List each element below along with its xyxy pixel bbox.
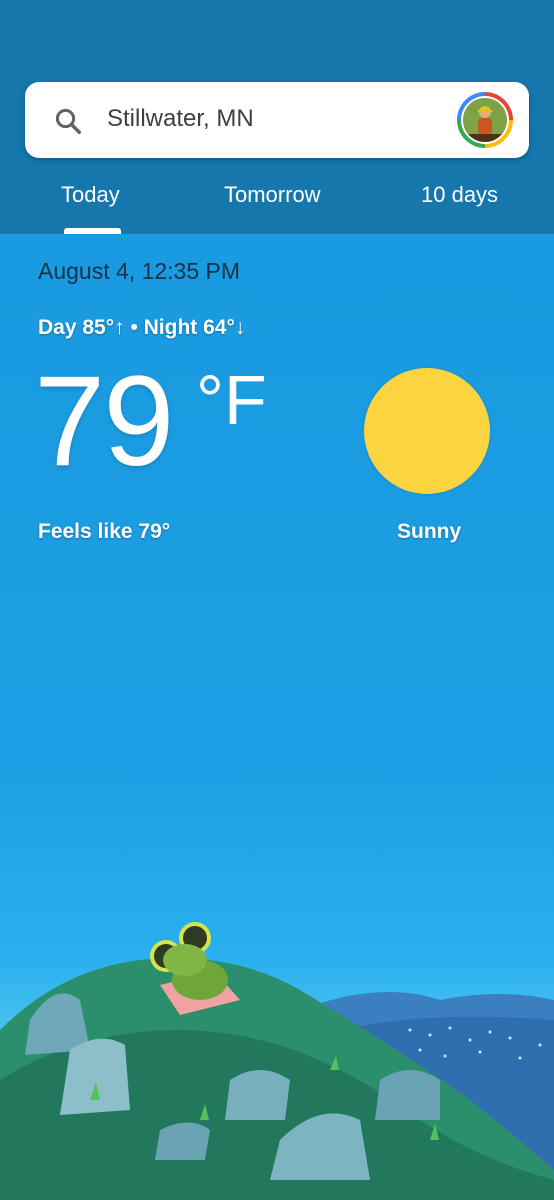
current-temperature: 79: [34, 350, 174, 493]
date-time: August 4, 12:35 PM: [38, 258, 241, 284]
search-icon[interactable]: [53, 106, 83, 136]
tab-10-days[interactable]: 10 days: [421, 182, 498, 208]
condition-label: Sunny: [397, 520, 462, 543]
avatar[interactable]: [457, 92, 513, 148]
search-bar[interactable]: Stillwater, MN: [25, 82, 529, 158]
temperature-unit[interactable]: °F: [196, 360, 267, 440]
sun-icon: [364, 368, 490, 494]
search-input[interactable]: Stillwater, MN: [107, 105, 254, 133]
feels-like: Feels like 79°: [38, 520, 171, 543]
tab-today[interactable]: Today: [61, 182, 120, 208]
tab-bar: Today Tomorrow 10 days: [0, 170, 554, 234]
tab-tomorrow[interactable]: Tomorrow: [224, 182, 321, 208]
day-night-temps: Day 85°↑ • Night 64°↓: [38, 316, 246, 339]
frog-illustration: [0, 922, 554, 1200]
